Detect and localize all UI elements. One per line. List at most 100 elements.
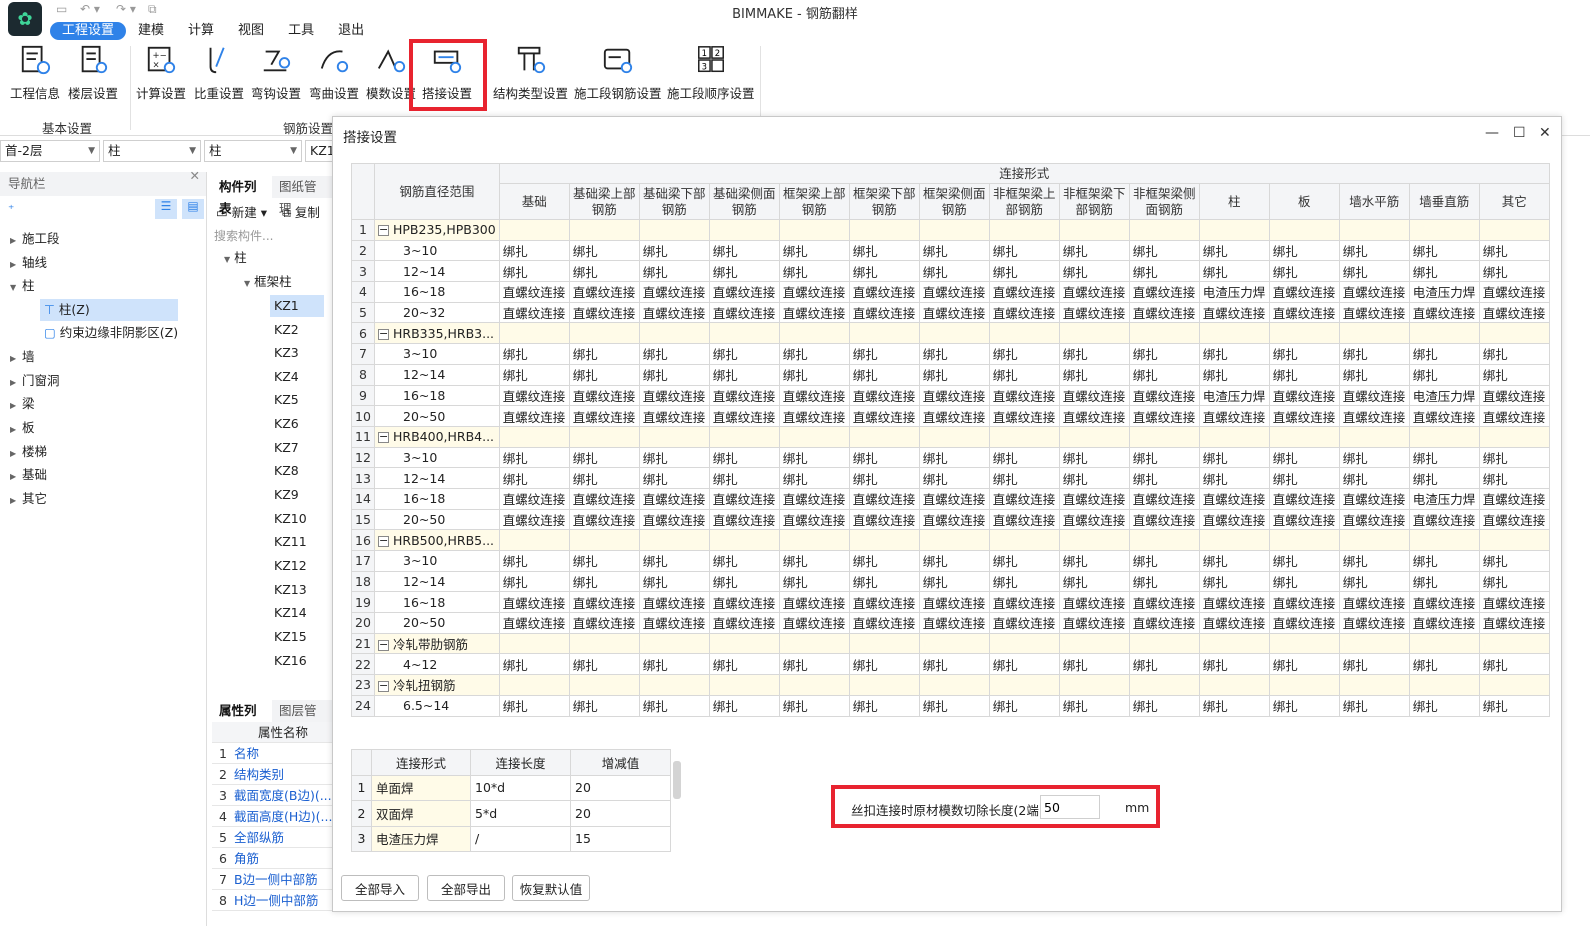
connection-cell[interactable]: 绑扎 (1128, 550, 1200, 572)
collapse-icon[interactable]: − (378, 328, 389, 340)
property-row[interactable]: 2 结构类别 (212, 764, 332, 785)
table-row[interactable]: 2 双面焊 5*d 20 (351, 800, 671, 827)
connection-cell[interactable]: 直螺纹连接 (778, 281, 850, 303)
connection-cell[interactable]: 直螺纹连接 (1478, 591, 1550, 614)
connection-cell[interactable] (918, 322, 990, 345)
connection-cell[interactable]: 直螺纹连接 (848, 612, 920, 634)
connection-cell[interactable]: 绑扎 (1478, 570, 1550, 593)
connection-cell[interactable] (1128, 322, 1200, 345)
connection-cell[interactable]: 直螺纹连接 (848, 405, 920, 427)
connection-cell[interactable] (638, 219, 710, 241)
connection-cell[interactable]: 直螺纹连接 (1058, 281, 1130, 303)
connection-cell[interactable] (638, 674, 710, 696)
connection-cell[interactable]: 直螺纹连接 (638, 508, 710, 531)
connection-cell[interactable]: 绑扎 (1268, 550, 1340, 572)
connection-cell[interactable]: 绑扎 (498, 570, 570, 593)
connection-cell[interactable] (1408, 322, 1480, 345)
connection-cell[interactable]: 绑扎 (568, 343, 640, 365)
connection-cell[interactable] (988, 322, 1060, 345)
connection-cell[interactable] (848, 529, 920, 551)
collapse-icon[interactable]: − (378, 535, 389, 547)
connection-cell[interactable]: 绑扎 (568, 467, 640, 489)
connection-cell[interactable]: 绑扎 (1478, 239, 1550, 262)
connection-cell[interactable] (1408, 632, 1480, 655)
connection-cell[interactable]: 直螺纹连接 (708, 301, 780, 324)
delta-cell[interactable]: 15 (570, 825, 671, 852)
connection-cell[interactable]: 直螺纹连接 (638, 281, 710, 303)
connection-cell[interactable] (1338, 632, 1410, 655)
import-all-button[interactable]: 全部导入 (341, 875, 419, 901)
connection-length-cell[interactable]: 10*d (470, 774, 571, 801)
connection-cell[interactable] (848, 219, 920, 241)
close-icon[interactable]: ✕ (1539, 125, 1551, 141)
connection-cell[interactable] (1338, 425, 1410, 448)
connection-cell[interactable]: 直螺纹连接 (568, 384, 640, 407)
tree-node-frame-column[interactable]: ▼ 框架柱 (244, 271, 292, 293)
connection-cell[interactable] (1268, 425, 1340, 448)
menu-exit[interactable]: 退出 (326, 22, 376, 40)
group-row[interactable]: 11− HRB400,HRB4... (351, 425, 1550, 448)
connection-cell[interactable]: 绑扎 (708, 653, 780, 676)
connection-cell[interactable]: 直螺纹连接 (918, 612, 990, 634)
menu-view[interactable]: 视图 (226, 22, 276, 40)
connection-cell[interactable] (988, 674, 1060, 696)
connection-cell[interactable] (988, 529, 1060, 551)
component-item[interactable]: KZ9 (274, 484, 299, 506)
connection-cell[interactable]: 直螺纹连接 (1058, 591, 1130, 614)
connection-cell[interactable]: 直螺纹连接 (568, 281, 640, 303)
connection-cell[interactable]: 绑扎 (498, 694, 570, 717)
connection-cell[interactable]: 绑扎 (1408, 343, 1480, 365)
connection-cell[interactable]: 直螺纹连接 (708, 281, 780, 303)
connection-cell[interactable] (1198, 674, 1270, 696)
connection-cell[interactable]: 绑扎 (708, 570, 780, 593)
connection-cell[interactable]: 直螺纹连接 (848, 508, 920, 531)
connection-cell[interactable]: 绑扎 (1408, 550, 1480, 572)
connection-cell[interactable]: 绑扎 (1478, 363, 1550, 386)
connection-cell[interactable]: 直螺纹连接 (1338, 487, 1410, 510)
connection-cell[interactable]: 绑扎 (1338, 550, 1410, 572)
connection-cell[interactable] (778, 219, 850, 241)
component-item[interactable]: KZ2 (274, 319, 299, 341)
component-item[interactable]: KZ13 (274, 579, 307, 601)
connection-cell[interactable] (1478, 632, 1550, 655)
connection-cell[interactable]: 直螺纹连接 (1198, 487, 1270, 510)
connection-cell[interactable]: 直螺纹连接 (988, 487, 1060, 510)
connection-cell[interactable]: 绑扎 (498, 239, 570, 262)
connection-cell[interactable]: 直螺纹连接 (1128, 301, 1200, 324)
connection-length-cell[interactable]: / (470, 825, 571, 852)
connection-cell[interactable]: 直螺纹连接 (568, 612, 640, 634)
connection-cell[interactable]: 绑扎 (1198, 467, 1270, 489)
connection-cell[interactable]: 绑扎 (988, 343, 1060, 365)
connection-cell[interactable]: 直螺纹连接 (1408, 612, 1480, 634)
connection-cell[interactable]: 绑扎 (1198, 653, 1270, 676)
connection-cell[interactable]: 直螺纹连接 (1338, 591, 1410, 614)
nav-item-foundation[interactable]: ▶ 基础 (0, 464, 47, 486)
connection-cell[interactable]: 绑扎 (1408, 363, 1480, 386)
connection-cell[interactable]: 电渣压力焊 (1198, 281, 1270, 303)
connection-cell[interactable] (1128, 674, 1200, 696)
connection-cell[interactable] (848, 322, 920, 345)
connection-cell[interactable]: 绑扎 (988, 694, 1060, 717)
connection-cell[interactable]: 直螺纹连接 (1058, 301, 1130, 324)
connection-cell[interactable]: 直螺纹连接 (778, 301, 850, 324)
connection-cell[interactable]: 直螺纹连接 (1338, 281, 1410, 303)
connection-cell[interactable] (918, 219, 990, 241)
connection-cell[interactable]: 绑扎 (1128, 260, 1200, 283)
table-row[interactable]: 1 单面焊 10*d 20 (351, 774, 671, 801)
connection-cell[interactable]: 绑扎 (778, 363, 850, 386)
property-row[interactable]: 1 名称 (212, 743, 332, 764)
connection-cell[interactable]: 绑扎 (778, 239, 850, 262)
hook-settings-button[interactable]: 弯钩设置 (251, 44, 301, 102)
connection-cell[interactable]: 绑扎 (778, 446, 850, 469)
connection-cell[interactable]: 绑扎 (1268, 570, 1340, 593)
connection-cell[interactable] (498, 425, 570, 448)
connection-cell[interactable]: 绑扎 (498, 446, 570, 469)
connection-cell[interactable]: 直螺纹连接 (1268, 508, 1340, 531)
component-item[interactable]: KZ7 (274, 437, 299, 459)
connection-cell[interactable]: 绑扎 (1058, 694, 1130, 717)
connection-cell[interactable]: 绑扎 (708, 550, 780, 572)
connection-cell[interactable] (1478, 425, 1550, 448)
nav-item-openings[interactable]: ▶ 门窗洞 (0, 370, 60, 392)
table-row[interactable]: 5 20~32 直螺纹连接 直螺纹连接 直螺纹连接 直螺纹连接 直螺纹连接 直螺纹连接 直螺纹连… (351, 301, 1550, 324)
connection-cell[interactable]: 绑扎 (708, 343, 780, 365)
